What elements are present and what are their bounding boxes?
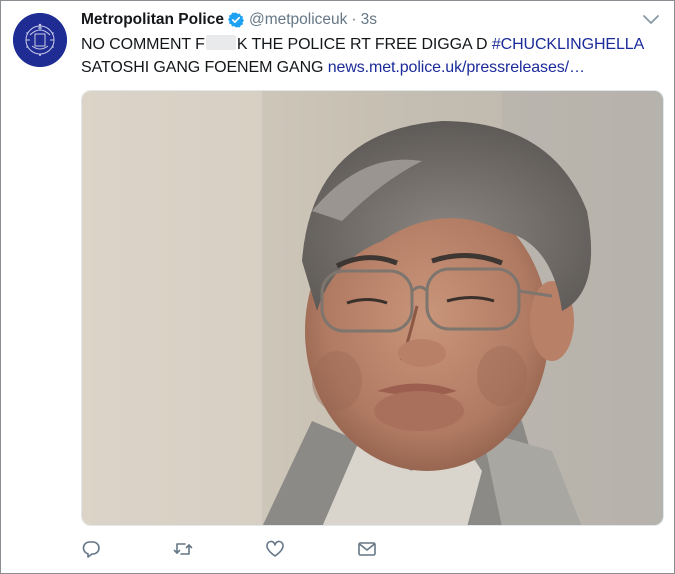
retweet-button[interactable]: [173, 539, 265, 563]
timestamp[interactable]: 3s: [361, 9, 377, 31]
tweet-header: Metropolitan Police @metpoliceuk · 3s: [81, 9, 662, 31]
tweet-content: Metropolitan Police @metpoliceuk · 3s NO…: [81, 9, 662, 79]
like-button[interactable]: [265, 539, 357, 563]
avatar[interactable]: [13, 13, 67, 67]
crest-logo-icon: [13, 13, 67, 67]
retweet-icon: [173, 539, 193, 564]
reply-icon: [81, 539, 101, 564]
chevron-down-icon[interactable]: [642, 13, 660, 27]
tweet-actions: [81, 539, 449, 563]
tweet-text-line1-end: K THE POLICE RT FREE DIGGA D: [236, 36, 488, 53]
tweet-photo[interactable]: [81, 90, 664, 526]
photo-image: [82, 91, 663, 525]
tweet-text-line2: SATOSHI GANG FOENEM GANG: [81, 59, 324, 76]
separator-dot: ·: [351, 11, 357, 28]
handle[interactable]: @metpoliceuk: [249, 9, 347, 31]
censor-blur: [205, 35, 236, 50]
tweet-text-line1-start: NO COMMENT F: [81, 36, 205, 53]
tweet-card[interactable]: Metropolitan Police @metpoliceuk · 3s NO…: [0, 0, 675, 574]
hashtag-link[interactable]: #CHUCKLINGHELLA: [492, 36, 644, 53]
reply-button[interactable]: [81, 539, 173, 563]
tweet-text: NO COMMENT F K THE POLICE RT FREE DIGGA D…: [81, 33, 661, 79]
heart-icon: [265, 539, 285, 564]
display-name[interactable]: Metropolitan Police: [81, 9, 224, 31]
verified-badge-icon: [227, 12, 244, 28]
envelope-icon: [357, 539, 377, 564]
direct-message-button[interactable]: [357, 539, 449, 563]
url-link[interactable]: news.met.police.uk/pressreleases/…: [328, 59, 585, 76]
